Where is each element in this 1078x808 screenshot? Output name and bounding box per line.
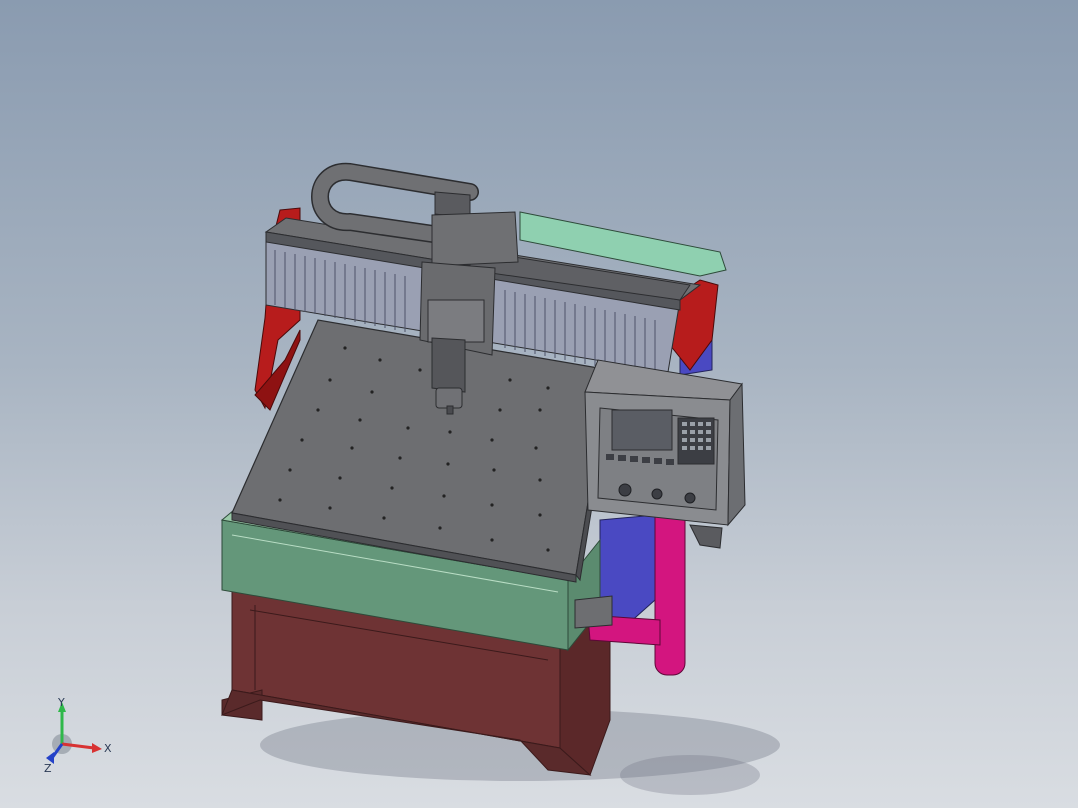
pendant-knob-2[interactable] [651,488,663,500]
ground-shadow-right [620,755,760,795]
y-axis-label: Y [57,696,65,709]
z-axis-label: Z [44,762,52,775]
cnc-router-model[interactable] [0,0,1078,808]
pendant-knob-3[interactable] [684,492,696,504]
x-axis-label: X [104,742,112,755]
pendant-screen [611,409,673,451]
orientation-triad: Y X Z [44,696,112,775]
pendant-knob-1[interactable] [618,483,632,497]
3d-viewport[interactable]: Y X Z [0,0,1078,808]
